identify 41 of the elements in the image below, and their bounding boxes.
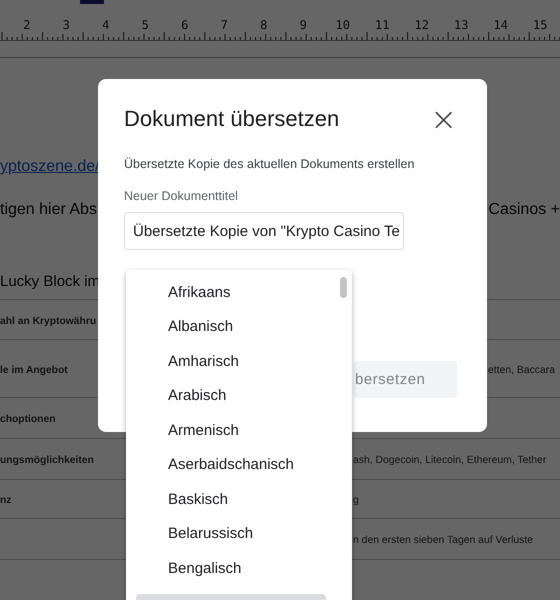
field-label: Neuer Dokumenttitel: [124, 189, 239, 203]
ruler-number: 8: [259, 18, 268, 32]
ruler-number: 15: [532, 18, 548, 32]
document-text: Casinos +: [488, 201, 560, 219]
table-cell: le im Angebot: [0, 364, 68, 376]
ruler-number: 6: [180, 18, 190, 32]
language-option[interactable]: Albanisch: [126, 310, 352, 344]
dialog-title: Dokument übersetzen: [124, 106, 340, 132]
dialog-subtitle: Übersetzte Kopie des aktuellen Dokuments erstellen: [124, 157, 416, 171]
table-cell: choptionen: [0, 414, 56, 425]
table-cell-text: etten, Baccara: [487, 364, 556, 376]
ruler-number: 5: [140, 18, 150, 32]
language-option[interactable]: Arabisch: [126, 378, 352, 413]
language-option[interactable]: Aserbaidschanisch: [126, 448, 352, 482]
language-option[interactable]: Belarussisch: [126, 516, 352, 551]
ruler-number: 10: [334, 18, 351, 32]
ruler-number: 13: [453, 18, 470, 32]
ruler-number: 3: [62, 18, 71, 32]
ruler-number: 7: [220, 18, 229, 32]
table-cell: nz: [0, 495, 12, 506]
document-text: tigen hier Abs: [0, 201, 97, 219]
ruler-number: 4: [101, 18, 110, 32]
scrollbar-thumb[interactable]: [340, 277, 347, 298]
ruler-number: 14: [492, 18, 509, 32]
language-option[interactable]: Amharisch: [126, 344, 352, 378]
ruler-number: 9: [298, 18, 308, 32]
ruler-number: 2: [22, 18, 32, 32]
ruler-number: 12: [414, 18, 430, 32]
table-cell: g: [353, 495, 359, 506]
table-cell: ungsmöglichkeiten: [0, 455, 94, 466]
text-color-icon[interactable]: [80, 0, 104, 4]
language-option[interactable]: Afrikaans: [126, 275, 352, 310]
language-option[interactable]: Bengalisch: [126, 551, 352, 586]
table-cell: ahl an Kryptowähru: [0, 316, 96, 326]
ruler-number: 11: [374, 18, 390, 32]
close-button[interactable]: ×: [426, 105, 461, 133]
title-input-field[interactable]: Übersetzte Kopie von "Krypto Casino Te: [124, 212, 404, 250]
table-cell: n den ersten sieben Tagen auf Verluste: [353, 535, 534, 546]
language-option[interactable]: Baskisch: [126, 482, 352, 516]
table-cell: ash, Dogecoin, Litecoin, Ethereum, Tether: [353, 455, 546, 466]
language-option[interactable]: Armenisch: [126, 413, 352, 448]
